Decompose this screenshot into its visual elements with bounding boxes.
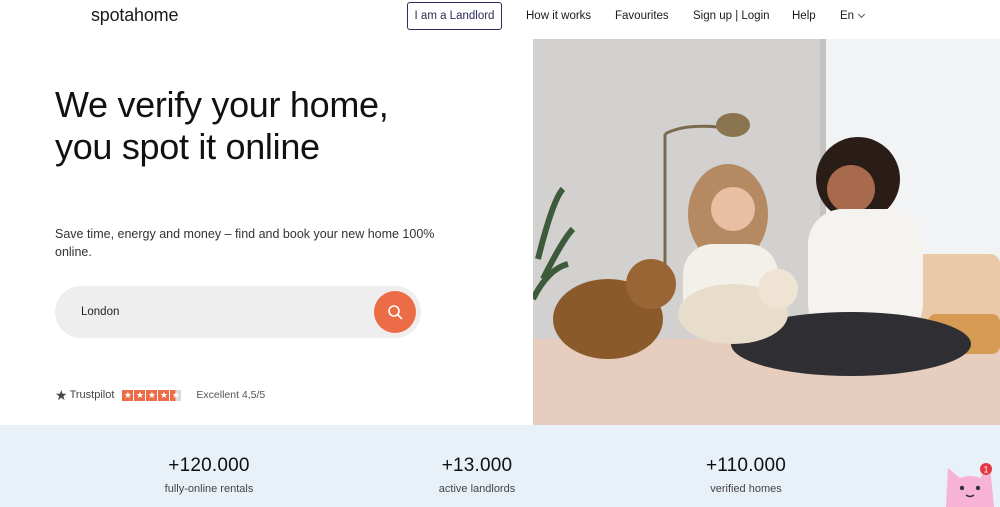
trustpilot-rating-text: Excellent 4,5/5 [196,389,266,401]
stat-homes: +110.000 verified homes [646,455,846,495]
stat-value: +13.000 [441,455,513,476]
star-icon: ★ [146,389,158,401]
trustpilot-brand: Trustpilot [69,389,115,401]
language-label: En [840,10,855,22]
photo-two-women-dogs [533,39,1000,425]
hero-image [533,39,1000,425]
chat-widget[interactable]: 1 [940,458,1000,507]
chat-badge: 1 [983,465,988,475]
search-input[interactable] [81,286,361,338]
landlord-button[interactable]: I am a Landlord [407,2,502,30]
nav-signup-login[interactable]: Sign up | Login [693,10,770,22]
logo[interactable]: spotahome [91,5,178,26]
stat-landlords: +13.000 active landlords [377,455,577,495]
stat-value: +110.000 [706,455,786,476]
cat-mascot-icon: 1 [946,463,994,507]
nav-help[interactable]: Help [792,10,816,22]
trustpilot-stars: ★ ★ ★ ★ ★ [122,389,182,401]
star-icon: ★ [158,389,170,401]
stat-label: fully-online rentals [164,483,254,495]
nav-how-it-works[interactable]: How it works [526,10,591,22]
star-icon: ★ [134,389,146,401]
stat-label: active landlords [438,483,516,495]
site-header: spotahome I am a Landlord How it works F… [0,0,1000,38]
star-icon: ★ [122,389,134,401]
stat-label: verified homes [710,483,782,495]
trustpilot-rating[interactable]: ★ Trustpilot ★ ★ ★ ★ ★ Excellent 4,5/5 [55,386,265,404]
hero-title: We verify your home, you spot it online [55,84,389,167]
half-star-icon: ★ [170,389,182,401]
language-selector[interactable]: En [840,10,866,22]
stat-value: +120.000 [168,455,250,476]
stat-rentals: +120.000 fully-online rentals [109,455,309,495]
nav-favourites[interactable]: Favourites [615,10,669,22]
trustpilot-star-icon: ★ [55,386,68,403]
search-button[interactable] [374,291,416,333]
hero-subtitle: Save time, energy and money – find and b… [55,227,435,259]
stats-band: +120.000 fully-online rentals +13.000 ac… [0,425,1000,507]
chevron-down-icon [858,10,866,19]
search-bar [55,286,421,338]
search-icon [388,305,403,320]
